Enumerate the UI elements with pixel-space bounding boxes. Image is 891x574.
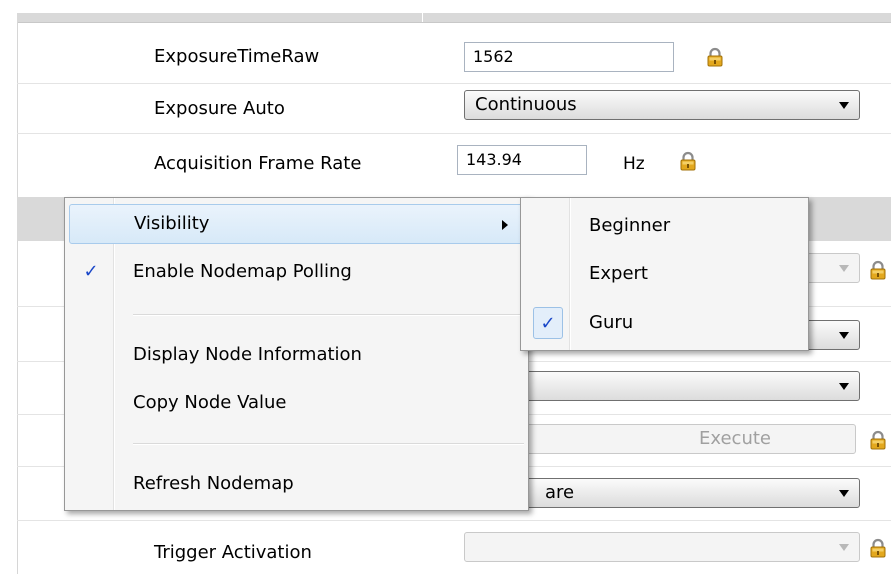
lock-icon (868, 430, 888, 450)
menu-item-enable-nodemap-polling[interactable]: ✓ Enable Nodemap Polling (69, 252, 524, 292)
chevron-down-icon (839, 265, 849, 272)
chevron-down-icon (839, 332, 849, 339)
menu-separator (133, 443, 524, 445)
menu-item-label: Copy Node Value (133, 392, 287, 413)
acquisition-frame-rate-label: Acquisition Frame Rate (154, 153, 362, 174)
menu-item-label: Display Node Information (133, 344, 362, 365)
acquisition-frame-rate-input[interactable]: 143.94 (457, 145, 587, 175)
checkmark-icon: ✓ (533, 307, 563, 339)
grid-gutter (17, 22, 18, 574)
submenu-item-guru[interactable]: ✓ Guru (525, 303, 804, 343)
disabled-dropdown (800, 253, 860, 283)
visibility-submenu: Beginner Expert ✓ Guru (520, 197, 809, 351)
trigger-activation-label: Trigger Activation (154, 542, 312, 563)
submenu-item-label: Beginner (589, 215, 671, 236)
submenu-item-expert[interactable]: Expert (525, 254, 804, 294)
submenu-item-label: Expert (589, 263, 648, 284)
chevron-down-icon (839, 490, 849, 497)
trigger-activation-dropdown (464, 532, 860, 562)
menu-item-label: Enable Nodemap Polling (133, 261, 352, 282)
exposure-auto-dropdown[interactable]: Continuous (464, 90, 860, 120)
menu-item-display-node-information[interactable]: Display Node Information (69, 335, 524, 375)
menu-item-visibility[interactable]: Visibility (69, 204, 524, 244)
lock-icon (868, 260, 888, 280)
frame-rate-unit: Hz (623, 154, 645, 174)
lock-icon (868, 538, 888, 558)
chevron-down-icon (839, 102, 849, 109)
menu-item-label: Refresh Nodemap (133, 473, 294, 494)
trigger-source-value: are (545, 482, 575, 503)
grid-header (17, 13, 891, 23)
submenu-item-label: Guru (589, 312, 634, 333)
menu-item-label: Visibility (134, 213, 210, 234)
exposure-time-raw-label: ExposureTimeRaw (154, 46, 320, 67)
checkmark-icon: ✓ (83, 261, 99, 282)
grid-header-divider (422, 13, 423, 22)
exposure-auto-label: Exposure Auto (154, 98, 285, 119)
exposure-time-raw-input[interactable]: 1562 (464, 42, 674, 72)
dropdown[interactable] (800, 320, 860, 350)
lock-icon (678, 151, 698, 171)
row-divider (17, 83, 891, 84)
row-divider (17, 520, 891, 521)
lock-icon (705, 47, 725, 67)
exposure-auto-value: Continuous (475, 94, 577, 115)
submenu-item-beginner[interactable]: Beginner (525, 206, 804, 246)
execute-button-label: Execute (699, 428, 771, 449)
chevron-down-icon (839, 383, 849, 390)
chevron-right-icon (502, 220, 508, 230)
chevron-down-icon (839, 544, 849, 551)
row-divider (17, 133, 891, 134)
menu-item-refresh-nodemap[interactable]: Refresh Nodemap (69, 464, 524, 504)
menu-item-copy-node-value[interactable]: Copy Node Value (69, 383, 524, 423)
context-menu: Visibility ✓ Enable Nodemap Polling Disp… (64, 197, 529, 511)
menu-separator (133, 314, 524, 316)
